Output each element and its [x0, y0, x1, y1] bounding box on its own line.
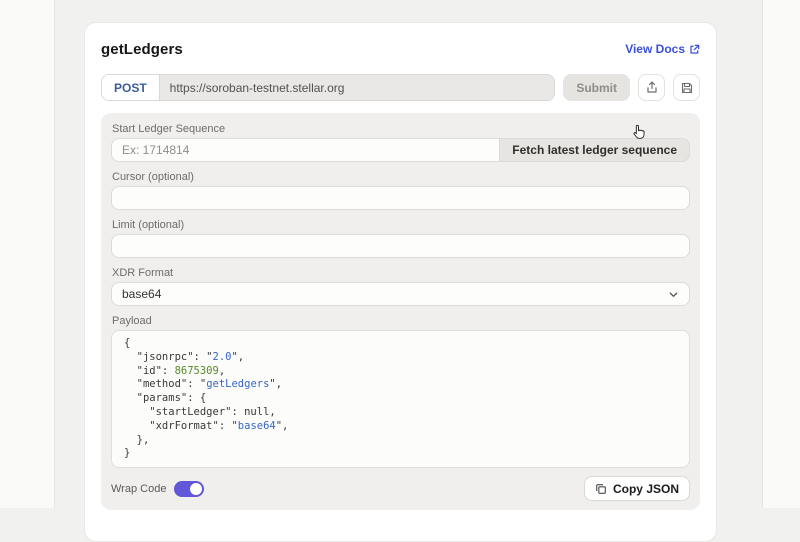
xdr-format-value: base64 [122, 287, 161, 301]
right-page-gutter [762, 0, 800, 508]
method-card: getLedgers View Docs POST https://soroba… [84, 22, 717, 542]
save-icon [681, 82, 693, 94]
http-method-badge: POST [102, 75, 160, 100]
share-button[interactable] [638, 74, 665, 101]
share-icon [646, 81, 658, 94]
payload-field: Payload { "jsonrpc": "2.0", "id": 867530… [111, 315, 690, 468]
request-bar: POST https://soroban-testnet.stellar.org… [101, 74, 700, 101]
xdr-format-label: XDR Format [112, 267, 690, 279]
xdr-format-select[interactable]: base64 [111, 282, 690, 306]
cursor-field: Cursor (optional) [111, 171, 690, 210]
cursor-label: Cursor (optional) [112, 171, 690, 183]
page-title: getLedgers [101, 41, 183, 58]
xdr-format-field: XDR Format base64 [111, 267, 690, 306]
external-link-icon [689, 44, 700, 55]
payload-code: { "jsonrpc": "2.0", "id": 8675309, "meth… [111, 330, 690, 468]
card-header: getLedgers View Docs [101, 37, 700, 61]
params-panel: Start Ledger Sequence Fetch latest ledge… [101, 113, 700, 510]
wrap-code-group: Wrap Code [111, 481, 204, 497]
panel-footer: Wrap Code Copy JSON [111, 476, 690, 501]
request-url-field[interactable]: https://soroban-testnet.stellar.org [160, 75, 555, 100]
cursor-input[interactable] [111, 186, 690, 210]
start-ledger-field: Start Ledger Sequence Fetch latest ledge… [111, 123, 690, 162]
start-ledger-input[interactable] [111, 138, 500, 162]
copy-icon [595, 483, 607, 495]
view-docs-label: View Docs [625, 42, 685, 56]
save-button[interactable] [673, 74, 700, 101]
payload-label: Payload [112, 315, 690, 327]
limit-label: Limit (optional) [112, 219, 690, 231]
copy-json-button[interactable]: Copy JSON [584, 476, 690, 501]
request-url-group: POST https://soroban-testnet.stellar.org [101, 74, 555, 101]
chevron-down-icon [668, 289, 679, 300]
limit-input[interactable] [111, 234, 690, 258]
left-page-gutter [0, 0, 55, 508]
wrap-code-toggle[interactable] [174, 481, 204, 497]
limit-field: Limit (optional) [111, 219, 690, 258]
wrap-code-label: Wrap Code [111, 483, 166, 495]
toggle-knob [190, 483, 202, 495]
start-ledger-label: Start Ledger Sequence [112, 123, 690, 135]
fetch-latest-ledger-button[interactable]: Fetch latest ledger sequence [500, 138, 690, 162]
copy-json-label: Copy JSON [613, 482, 679, 496]
submit-button[interactable]: Submit [563, 74, 630, 101]
view-docs-link[interactable]: View Docs [625, 42, 700, 56]
